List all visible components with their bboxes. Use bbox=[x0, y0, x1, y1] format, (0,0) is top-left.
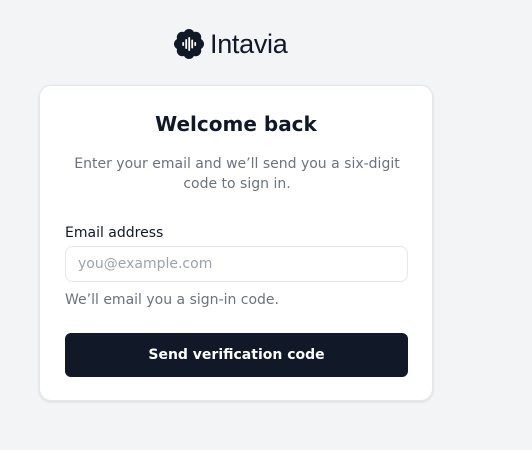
email-helper-text: We’ll email you a sign-in code. bbox=[65, 292, 279, 308]
page-title: Welcome back bbox=[155, 112, 317, 136]
brand-name: Intavia bbox=[210, 29, 288, 59]
email-input[interactable] bbox=[65, 246, 408, 282]
email-label: Email address bbox=[65, 225, 164, 241]
waveform-flower-icon bbox=[174, 29, 204, 59]
send-code-button[interactable]: Send verification code bbox=[65, 333, 408, 377]
login-card: Welcome back Enter your email and we’ll … bbox=[39, 85, 433, 401]
brand-logo: Intavia bbox=[173, 27, 288, 61]
page-subtitle: Enter your email and we’ll send you a si… bbox=[74, 156, 400, 192]
